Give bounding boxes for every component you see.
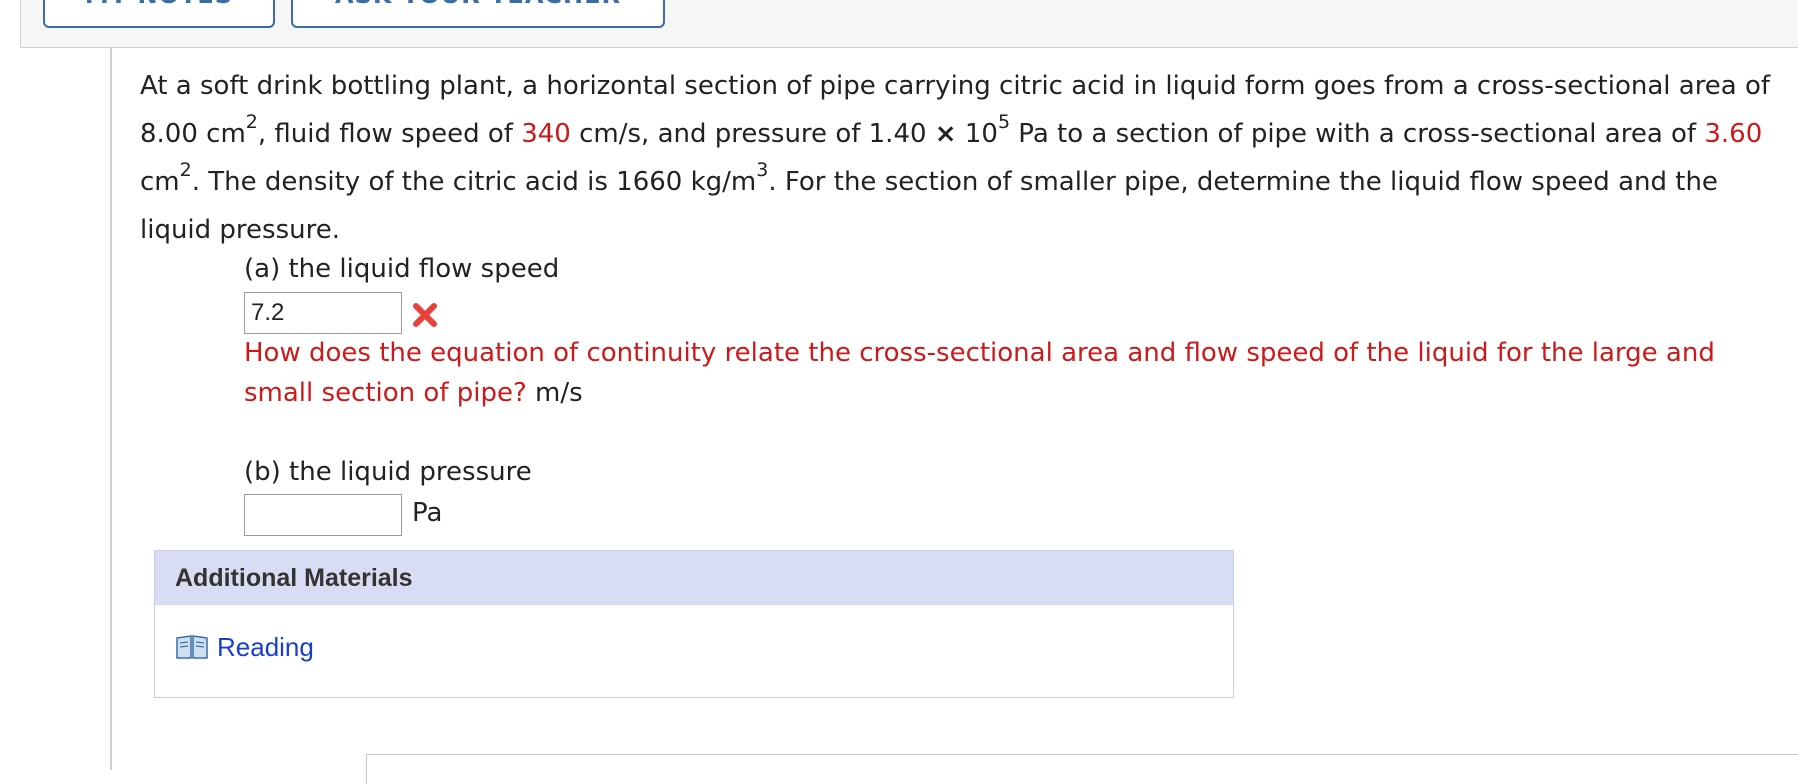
next-panel-edge: [366, 754, 1798, 784]
ask-teacher-button[interactable]: ASK YOUR TEACHER: [291, 0, 665, 28]
flow-speed-value: 340: [521, 119, 571, 149]
question-text-part: . The density of the citric acid is 1660…: [191, 167, 757, 197]
question-text: At a soft drink bottling plant, a horizo…: [140, 62, 1780, 254]
part-b-label: (b) the liquid pressure: [244, 457, 532, 487]
question-text-part: 10: [956, 119, 998, 149]
question-text-part: , fluid flow speed of: [257, 119, 522, 149]
question-text-part: cm: [140, 167, 180, 197]
part-b-unit: Pa: [412, 498, 443, 528]
book-icon: [176, 635, 208, 659]
my-notes-button[interactable]: MY NOTES: [43, 0, 275, 28]
question-text-part: cm/s, and pressure of 1.40: [570, 119, 935, 149]
superscript: 2: [245, 111, 258, 134]
ask-teacher-label: ASK YOUR TEACHER: [335, 0, 621, 9]
additional-materials-panel: Additional Materials Reading: [154, 550, 1234, 698]
materials-title: Additional Materials: [155, 551, 1233, 605]
reading-item[interactable]: Reading: [175, 631, 314, 663]
superscript: 5: [997, 111, 1011, 134]
incorrect-x-icon: [413, 303, 437, 327]
my-notes-label: MY NOTES: [85, 0, 233, 9]
top-toolbar: MY NOTES ASK YOUR TEACHER: [20, 0, 1798, 48]
question-container: At a soft drink bottling plant, a horizo…: [140, 62, 1780, 254]
left-divider: [110, 48, 112, 770]
question-text-part: Pa to a section of pipe with a cross-sec…: [1010, 119, 1705, 149]
part-a-answer-input[interactable]: [244, 292, 402, 334]
times-symbol: ×: [934, 119, 957, 149]
part-a-feedback: How does the equation of continuity rela…: [244, 333, 1764, 413]
superscript: 3: [756, 159, 769, 182]
part-a-unit: m/s: [535, 378, 583, 408]
feedback-hint: How does the equation of continuity rela…: [244, 338, 1715, 408]
part-b-answer-input[interactable]: [244, 494, 402, 536]
area-value: 3.60: [1704, 119, 1763, 149]
reading-link[interactable]: Reading: [217, 632, 314, 663]
part-a-label: (a) the liquid flow speed: [244, 254, 560, 284]
superscript: 2: [179, 159, 192, 182]
